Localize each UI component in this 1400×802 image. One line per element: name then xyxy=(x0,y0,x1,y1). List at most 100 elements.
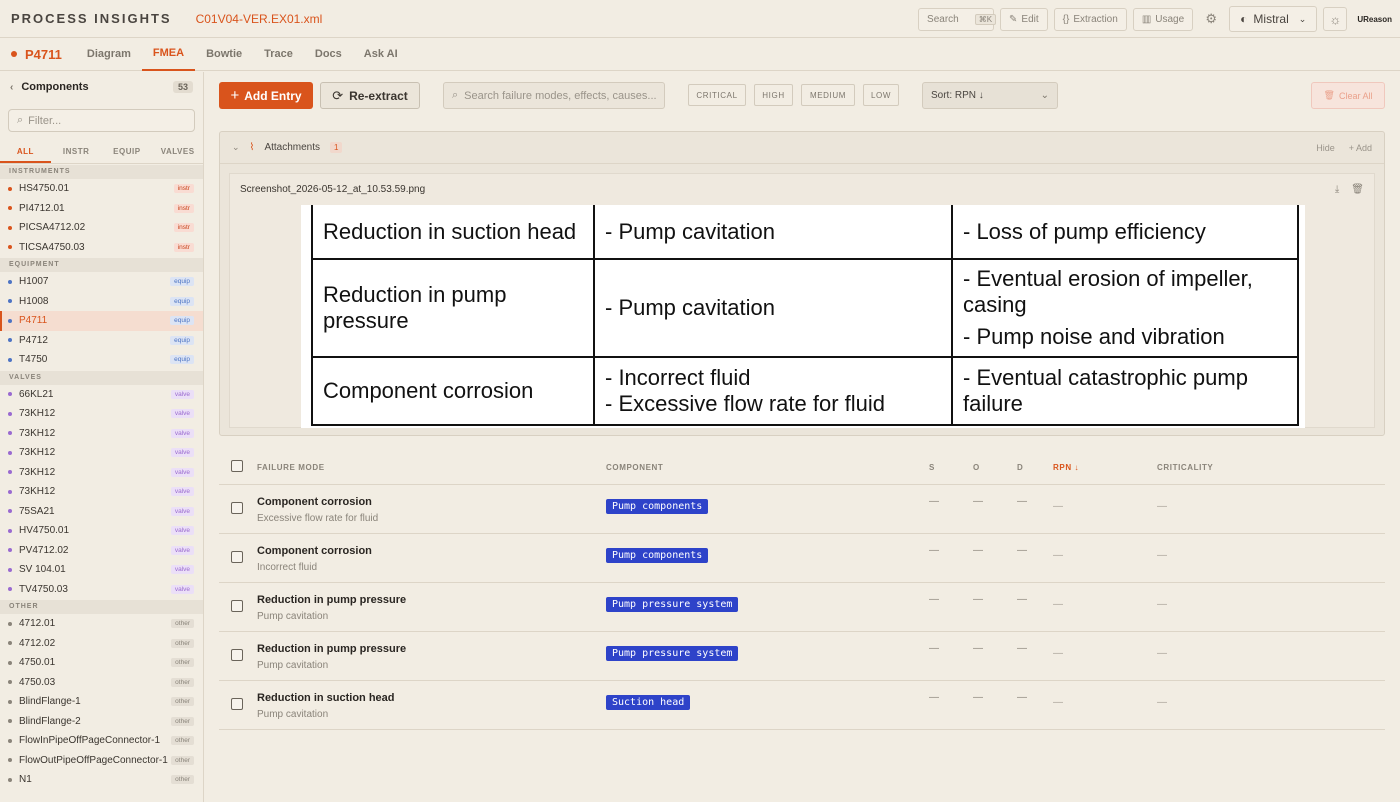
occurrence-value[interactable]: — xyxy=(973,643,983,654)
component-list-item[interactable]: 73KH12 valve xyxy=(0,443,203,463)
component-list-item[interactable]: 4712.02 other xyxy=(0,634,203,654)
component-list-item[interactable]: FlowInPipeOffPageConnector-1 other xyxy=(0,731,203,751)
detection-value[interactable]: — xyxy=(1017,643,1027,654)
filter-chip-low[interactable]: LOW xyxy=(863,84,899,106)
component-list-item[interactable]: 66KL21 valve xyxy=(0,385,203,405)
failure-search-input[interactable]: ⌕ Search failure modes, effects, causes.… xyxy=(443,82,665,109)
table-row[interactable]: Reduction in pump pressure Pump cavitatio… xyxy=(219,632,1385,681)
component-list-item[interactable]: SV 104.01 valve xyxy=(0,560,203,580)
component-list-item[interactable]: PICSA4712.02 instr xyxy=(0,218,203,238)
row-checkbox[interactable] xyxy=(231,698,243,710)
detection-value[interactable]: — xyxy=(1017,545,1027,556)
attachment-file-name[interactable]: Screenshot_2026-05-12_at_10.53.59.png xyxy=(240,184,425,195)
component-list-item[interactable]: 4712.01 other xyxy=(0,614,203,634)
add-attachment-button[interactable]: + Add xyxy=(1349,143,1372,153)
component-list-item[interactable]: 73KH12 valve xyxy=(0,463,203,483)
occurrence-value[interactable]: — xyxy=(973,496,983,507)
component-list-item[interactable]: BlindFlange-1 other xyxy=(0,692,203,712)
component-list-item[interactable]: T4750 equip xyxy=(0,350,203,370)
severity-value[interactable]: — xyxy=(929,545,939,556)
component-list-item[interactable]: TICSA4750.03 instr xyxy=(0,238,203,258)
component-list-item[interactable]: HV4750.01 valve xyxy=(0,521,203,541)
table-row[interactable]: Reduction in suction head Pump cavitation… xyxy=(219,681,1385,730)
component-list-item[interactable]: N1 other xyxy=(0,770,203,790)
severity-value[interactable]: — xyxy=(929,692,939,703)
occurrence-value[interactable]: — xyxy=(973,692,983,703)
row-checkbox[interactable] xyxy=(231,649,243,661)
trash-icon[interactable]: 🗑 xyxy=(1351,184,1364,195)
header-o[interactable]: O xyxy=(973,463,980,472)
component-list-item[interactable]: TV4750.03 valve xyxy=(0,580,203,600)
sort-select[interactable]: Sort: RPN ↓ ⌄ xyxy=(922,82,1058,109)
component-tag[interactable]: Pump pressure system xyxy=(606,646,739,661)
header-s[interactable]: S xyxy=(929,463,935,472)
component-list-item[interactable]: 4750.01 other xyxy=(0,653,203,673)
component-list-item[interactable]: 4750.03 other xyxy=(0,673,203,693)
component-list-item[interactable]: FlowOutPipeOffPageConnector-1 other xyxy=(0,751,203,771)
tab-fmea[interactable]: FMEA xyxy=(141,38,196,71)
header-component[interactable]: COMPONENT xyxy=(606,463,663,472)
occurrence-value[interactable]: — xyxy=(973,594,983,605)
file-name[interactable]: C01V04-VER.EX01.xml xyxy=(196,12,323,26)
detection-value[interactable]: — xyxy=(1017,496,1027,507)
component-list-item[interactable]: HS4750.01 instr xyxy=(0,179,203,199)
component-list-item[interactable]: 75SA21 valve xyxy=(0,502,203,522)
clear-all-button[interactable]: 🗑 Clear All xyxy=(1311,82,1385,109)
extraction-button[interactable]: {} Extraction xyxy=(1053,7,1127,31)
sidebar-tab-valves[interactable]: VALVES xyxy=(152,141,203,163)
row-checkbox[interactable] xyxy=(231,600,243,612)
component-list-item[interactable]: BlindFlange-2 other xyxy=(0,712,203,732)
table-row[interactable]: Component corrosion Incorrect fluid Pump c… xyxy=(219,534,1385,583)
add-entry-button[interactable]: + Add Entry xyxy=(219,82,313,109)
occurrence-value[interactable]: — xyxy=(973,545,983,556)
sidebar-tab-equip[interactable]: EQUIP xyxy=(102,141,153,163)
component-list-item[interactable]: H1007 equip xyxy=(0,272,203,292)
filter-input[interactable]: ⌕ Filter... xyxy=(8,109,195,132)
component-tag[interactable]: Pump components xyxy=(606,499,709,514)
component-tag[interactable]: Pump pressure system xyxy=(606,597,739,612)
chevron-left-icon[interactable]: ‹ xyxy=(10,82,13,93)
edit-button[interactable]: ✎ Edit xyxy=(1000,7,1048,31)
download-icon[interactable]: ⤓ xyxy=(1335,184,1339,195)
sidebar-tab-all[interactable]: ALL xyxy=(0,141,51,163)
component-tag[interactable]: Suction head xyxy=(606,695,691,710)
usage-button[interactable]: ▥ Usage xyxy=(1132,7,1194,31)
chevron-down-icon[interactable]: ⌄ xyxy=(232,142,240,153)
theme-toggle[interactable]: ☼ xyxy=(1323,7,1348,31)
sidebar-tab-instr[interactable]: INSTR xyxy=(51,141,102,163)
row-checkbox[interactable] xyxy=(231,502,243,514)
component-list-item[interactable]: PV4712.02 valve xyxy=(0,541,203,561)
filter-chip-high[interactable]: HIGH xyxy=(754,84,793,106)
tab-ask-ai[interactable]: Ask AI xyxy=(353,38,409,71)
header-d[interactable]: D xyxy=(1017,463,1023,472)
detection-value[interactable]: — xyxy=(1017,692,1027,703)
search-button[interactable]: Search ⌘K xyxy=(918,7,997,31)
header-failure-mode[interactable]: FAILURE MODE xyxy=(257,463,325,472)
severity-value[interactable]: — xyxy=(929,594,939,605)
attachments-header[interactable]: ⌄ ⌇ Attachments 1 Hide + Add xyxy=(220,132,1384,164)
component-list-item[interactable]: 73KH12 valve xyxy=(0,482,203,502)
detection-value[interactable]: — xyxy=(1017,594,1027,605)
tab-trace[interactable]: Trace xyxy=(253,38,304,71)
component-list-item[interactable]: P4712 equip xyxy=(0,331,203,351)
row-checkbox[interactable] xyxy=(231,551,243,563)
settings-button[interactable]: ⚙ xyxy=(1199,8,1223,31)
filter-chip-medium[interactable]: MEDIUM xyxy=(801,84,855,106)
header-criticality[interactable]: CRITICALITY xyxy=(1157,463,1213,472)
severity-value[interactable]: — xyxy=(929,643,939,654)
component-list-item[interactable]: P4711 equip xyxy=(0,311,203,331)
hide-attachments-button[interactable]: Hide xyxy=(1316,143,1335,153)
select-all-checkbox[interactable] xyxy=(231,460,243,472)
header-rpn[interactable]: RPN ↓ xyxy=(1053,463,1079,472)
filter-chip-critical[interactable]: CRITICAL xyxy=(688,84,746,106)
tab-bowtie[interactable]: Bowtie xyxy=(195,38,253,71)
component-list-item[interactable]: 73KH12 valve xyxy=(0,424,203,444)
component-list-item[interactable]: PI4712.01 instr xyxy=(0,199,203,219)
tab-diagram[interactable]: Diagram xyxy=(76,38,142,71)
model-selector[interactable]: ◐ Mistral ⌄ xyxy=(1229,6,1318,32)
severity-value[interactable]: — xyxy=(929,496,939,507)
re-extract-button[interactable]: ⟳ Re-extract xyxy=(320,82,420,109)
table-row[interactable]: Component corrosion Excessive flow rate f… xyxy=(219,485,1385,534)
component-list-item[interactable]: H1008 equip xyxy=(0,292,203,312)
table-row[interactable]: Reduction in pump pressure Pump cavitatio… xyxy=(219,583,1385,632)
